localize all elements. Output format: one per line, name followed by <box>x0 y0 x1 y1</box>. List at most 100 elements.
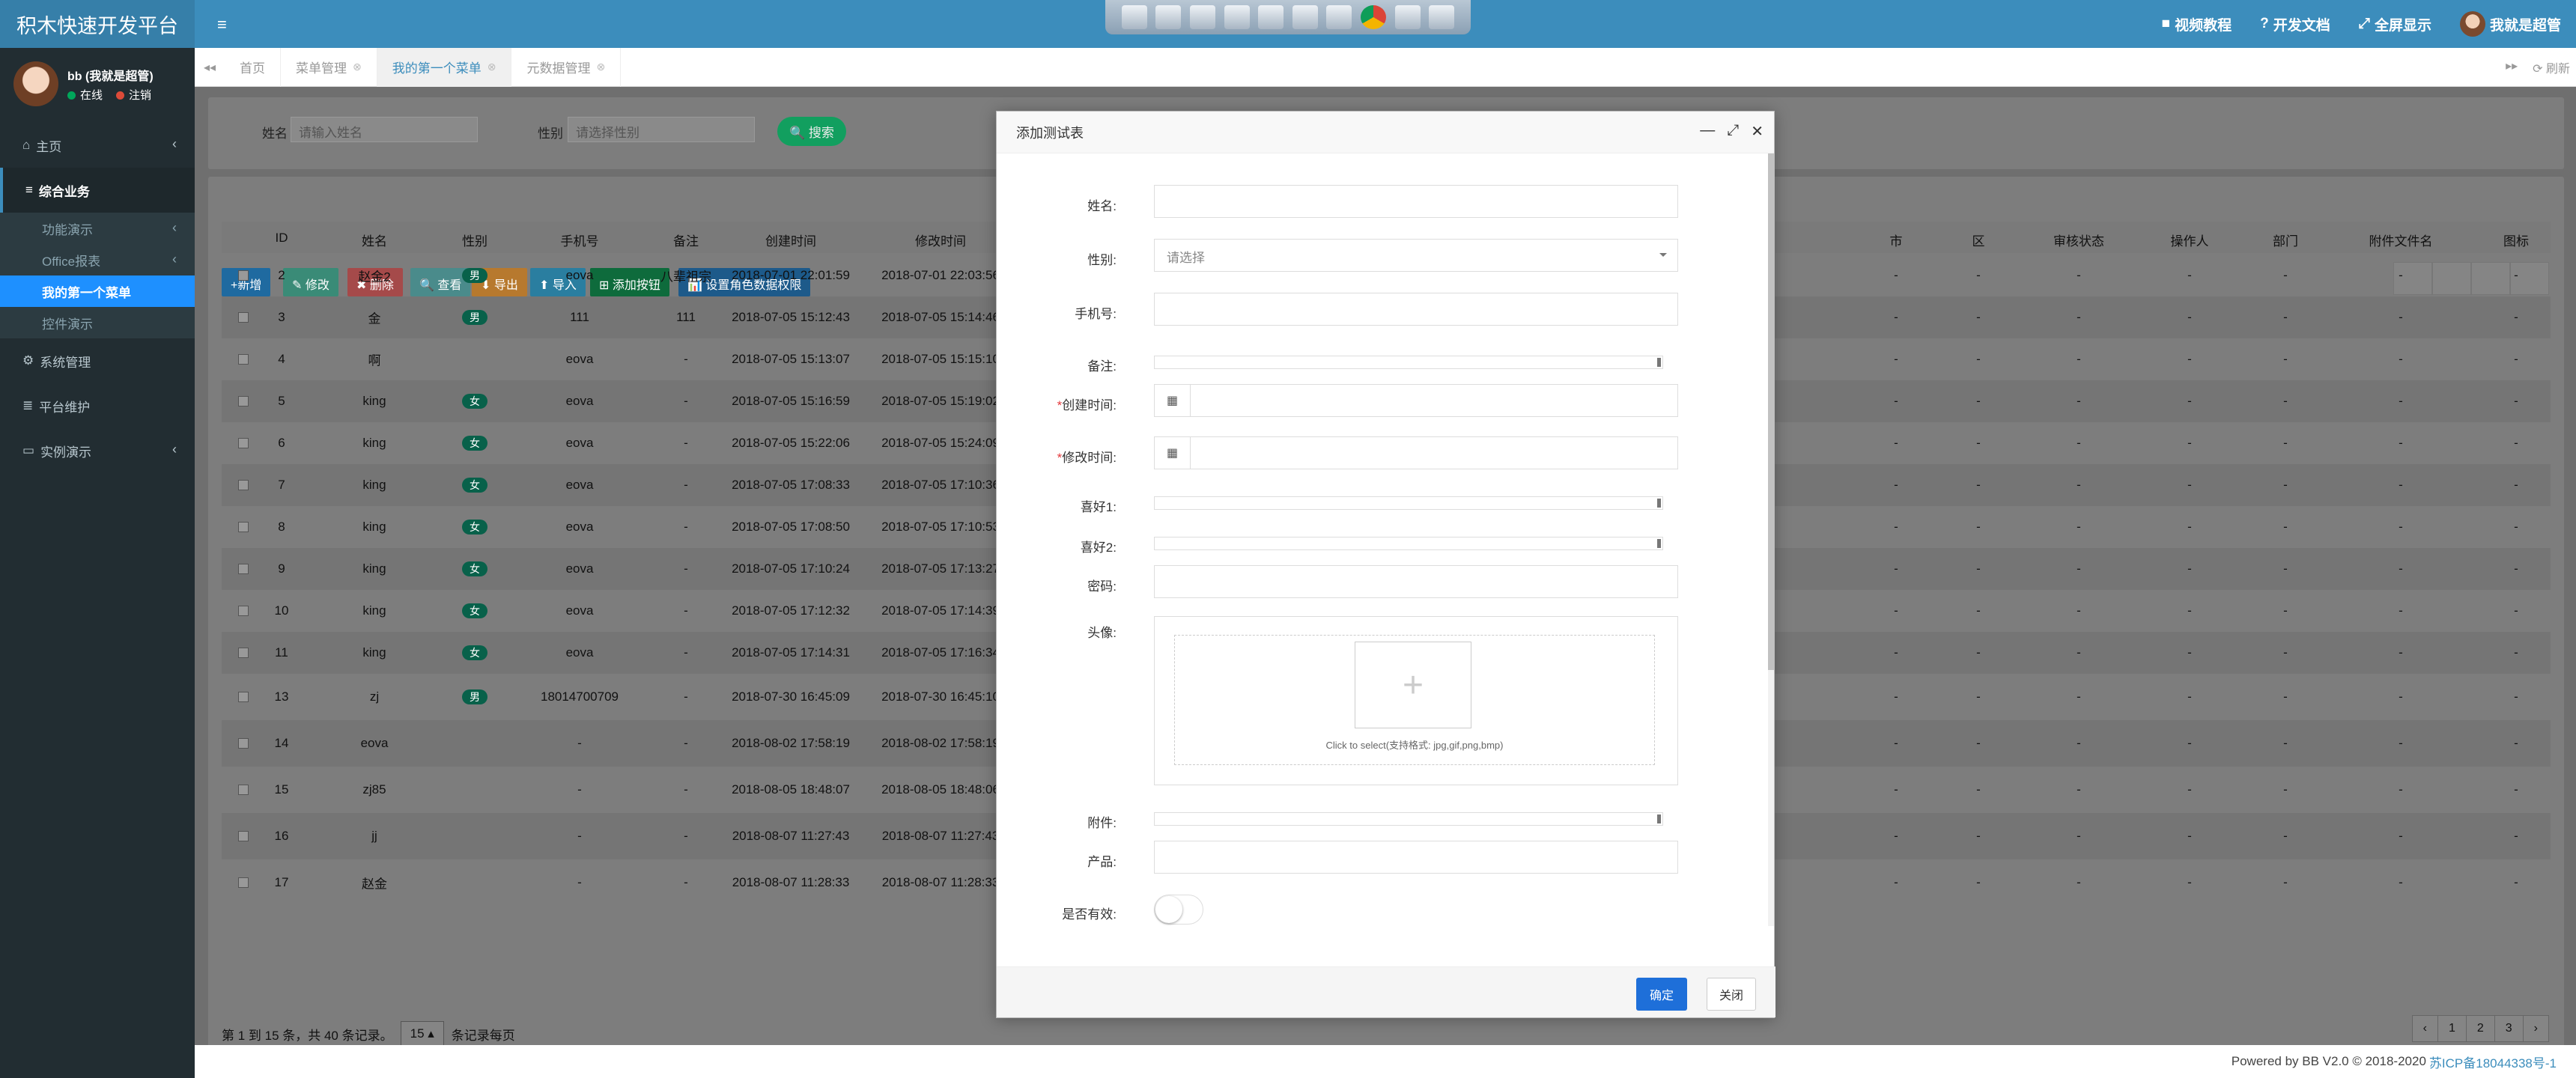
confirm-button[interactable]: 确定 <box>1635 978 1687 1011</box>
close-icon[interactable]: ✕ <box>1751 122 1764 141</box>
column-header[interactable]: 性别 <box>462 231 487 249</box>
column-header[interactable]: ID <box>276 231 288 246</box>
logout-link[interactable]: 注销 <box>116 87 151 103</box>
close-icon[interactable]: ⊗ <box>596 61 605 73</box>
calendar-icon: ▦ <box>1155 385 1191 416</box>
dock-app-icon[interactable] <box>1258 5 1284 29</box>
column-header[interactable]: 附件文件名 <box>2369 231 2433 249</box>
tab-my-first-menu[interactable]: 我的第一个菜单 ⊗ <box>377 47 512 87</box>
fullscreen-link[interactable]: ⤢ 全屏显示 <box>2359 14 2431 34</box>
tabs-next-icon[interactable]: ▸▸ <box>2506 58 2518 76</box>
search-sex-select[interactable]: 请选择性别 <box>568 117 755 142</box>
table-cell-id: 3 <box>278 310 285 324</box>
close-icon[interactable]: ⊗ <box>353 61 362 73</box>
created-datepicker[interactable]: ▦ <box>1154 384 1678 417</box>
password-field[interactable] <box>1154 565 1678 598</box>
sidebar-item-feature-demo[interactable]: 功能演示 ‹ <box>0 213 195 244</box>
close-button[interactable]: 关闭 <box>1706 978 1756 1011</box>
refresh-button[interactable]: ⟳ 刷新 <box>2533 58 2570 76</box>
row-checkbox[interactable] <box>238 785 249 795</box>
sidebar-item-business[interactable]: ≡ 综合业务 <box>0 168 195 213</box>
dock-app-icon[interactable] <box>1394 5 1421 29</box>
sidebar-item-examples[interactable]: ▭ 实例演示 ‹ <box>0 428 195 473</box>
dialog-scroll-thumb[interactable] <box>1768 153 1774 670</box>
product-field[interactable] <box>1154 841 1678 874</box>
page-1-button[interactable]: 1 <box>2437 1015 2467 1042</box>
sidebar-item-office-report[interactable]: Office报表 ‹ <box>0 244 195 275</box>
row-checkbox[interactable] <box>238 312 249 323</box>
menu-toggle-icon[interactable]: ≡ <box>217 15 227 34</box>
icp-link[interactable]: 苏ICP备18044338号-1 <box>2429 1053 2557 1071</box>
sidebar-item-home[interactable]: ⌂ 主页 ‹ <box>0 123 195 168</box>
page-2-button[interactable]: 2 <box>2465 1015 2495 1042</box>
maximize-icon[interactable]: ⤢ <box>1727 122 1739 141</box>
dev-docs-link[interactable]: ? 开发文档 <box>2260 14 2330 34</box>
hobby1-field[interactable] <box>1154 496 1663 510</box>
row-checkbox[interactable] <box>238 480 249 490</box>
column-header[interactable]: 操作人 <box>2171 231 2209 249</box>
column-header[interactable]: 审核状态 <box>2053 231 2104 249</box>
row-checkbox[interactable] <box>238 564 249 574</box>
user-menu[interactable]: 我就是超管 <box>2459 11 2561 37</box>
tab-home[interactable]: 首页 <box>225 47 281 87</box>
search-button[interactable]: 🔍 搜索 <box>777 117 846 146</box>
sidebar-item-system[interactable]: ⚙ 系统管理 <box>0 338 195 383</box>
row-checkbox[interactable] <box>238 831 249 841</box>
dock-app-icon[interactable] <box>1326 5 1352 29</box>
row-checkbox[interactable] <box>238 738 249 749</box>
app-logo[interactable]: 积木快速开发平台 <box>0 0 195 48</box>
upload-dropzone[interactable]: + Click to select(支持格式: jpg,gif,png,bmp) <box>1174 635 1655 765</box>
row-checkbox[interactable] <box>238 270 249 281</box>
column-header[interactable]: 图标 <box>2503 231 2529 249</box>
table-cell-id: 4 <box>278 352 285 366</box>
column-header[interactable]: 区 <box>1972 231 1985 249</box>
valid-toggle[interactable] <box>1154 895 1203 925</box>
column-header[interactable]: 创建时间 <box>765 231 816 249</box>
row-checkbox[interactable] <box>238 606 249 616</box>
column-header[interactable]: 手机号 <box>561 231 599 249</box>
page-size-select[interactable]: 15 ▴ <box>400 1021 444 1047</box>
row-checkbox[interactable] <box>238 692 249 702</box>
search-name-input[interactable]: 请输入姓名 <box>291 117 478 142</box>
dock-app-icon[interactable] <box>1292 5 1318 29</box>
hobby2-field[interactable] <box>1154 537 1663 550</box>
dock-app-icon[interactable] <box>1121 5 1147 29</box>
row-checkbox[interactable] <box>238 877 249 888</box>
phone-field[interactable] <box>1154 293 1678 326</box>
dock-app-icon[interactable] <box>1155 5 1182 29</box>
minimize-icon[interactable]: — <box>1700 122 1715 141</box>
row-checkbox[interactable] <box>238 438 249 448</box>
chrome-icon[interactable] <box>1361 5 1386 29</box>
row-checkbox[interactable] <box>238 522 249 532</box>
tabs-prev-icon[interactable]: ◂◂ <box>195 60 225 75</box>
plus-icon[interactable]: + <box>1355 642 1471 728</box>
sex-select[interactable]: 请选择 <box>1154 239 1678 272</box>
dock-app-icon[interactable] <box>1189 5 1215 29</box>
tab-metadata[interactable]: 元数据管理 ⊗ <box>511 47 622 87</box>
column-header[interactable]: 市 <box>1890 231 1903 249</box>
column-header[interactable]: 部门 <box>2273 231 2298 249</box>
page-next-button[interactable]: › <box>2522 1015 2549 1042</box>
row-checkbox[interactable] <box>238 354 249 365</box>
tab-menu-management[interactable]: 菜单管理 ⊗ <box>281 47 377 87</box>
row-checkbox[interactable] <box>238 648 249 658</box>
table-cell-phone: - <box>577 782 582 797</box>
row-checkbox[interactable] <box>238 396 249 406</box>
dock-app-icon[interactable] <box>1224 5 1250 29</box>
trash-icon[interactable] <box>1429 5 1455 29</box>
column-header[interactable]: 备注 <box>673 231 699 249</box>
close-icon[interactable]: ⊗ <box>487 61 496 73</box>
column-header[interactable]: 修改时间 <box>915 231 966 249</box>
column-header[interactable]: 姓名 <box>362 231 387 249</box>
video-tutorial-link[interactable]: ■ 视频教程 <box>2162 14 2232 34</box>
sidebar-item-control-demo[interactable]: 控件演示 <box>0 307 195 338</box>
page-3-button[interactable]: 3 <box>2494 1015 2524 1042</box>
name-field[interactable] <box>1154 185 1678 218</box>
page-prev-button[interactable]: ‹ <box>2411 1015 2438 1042</box>
attachment-field[interactable] <box>1154 812 1663 826</box>
remark-field[interactable] <box>1154 356 1663 369</box>
modified-datepicker[interactable]: ▦ <box>1154 436 1678 469</box>
sidebar-item-platform[interactable]: ≣ 平台维护 <box>0 383 195 428</box>
sidebar-item-my-first-menu[interactable]: 我的第一个菜单 <box>0 275 195 307</box>
table-cell-empty: - <box>1894 603 1898 618</box>
